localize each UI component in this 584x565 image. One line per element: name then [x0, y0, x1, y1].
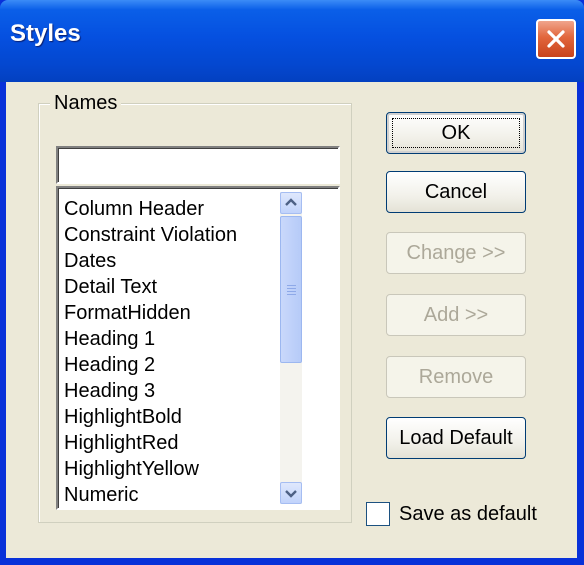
list-item[interactable]: Constraint Violation [64, 222, 237, 248]
grip-line [287, 288, 296, 289]
remove-button[interactable]: Remove [386, 356, 526, 398]
load-default-button[interactable]: Load Default [386, 417, 526, 459]
list-item[interactable]: Detail Text [64, 274, 157, 300]
list-item[interactable]: FormatHidden [64, 300, 191, 326]
ok-button[interactable]: OK [386, 112, 526, 154]
style-name-input[interactable] [56, 146, 340, 184]
list-item[interactable]: Heading 2 [64, 352, 155, 378]
cancel-button-label: Cancel [424, 181, 488, 203]
title-bar[interactable]: Styles [0, 0, 584, 82]
dialog-body: Names Column Header Constraint Violation… [6, 82, 577, 558]
save-as-default-label[interactable]: Save as default [399, 502, 537, 526]
chevron-up-icon [285, 198, 297, 206]
save-as-default-checkbox[interactable] [366, 502, 390, 526]
styles-listbox[interactable]: Column Header Constraint Violation Dates… [56, 186, 340, 510]
focus-ring [392, 118, 520, 148]
listbox-scrollbar[interactable] [280, 192, 302, 504]
list-item[interactable]: Column Header [64, 196, 204, 222]
grip-line [287, 285, 296, 286]
scroll-thumb[interactable] [280, 216, 302, 363]
names-group-label: Names [50, 92, 122, 115]
scroll-down-button[interactable] [280, 482, 302, 504]
grip-line [287, 291, 296, 292]
scroll-up-button[interactable] [280, 192, 302, 214]
list-item[interactable]: HighlightRed [64, 430, 179, 456]
close-button[interactable] [536, 19, 576, 59]
list-item[interactable]: Numeric [64, 482, 138, 508]
styles-dialog: Styles Names Column Header Constraint Vi… [0, 0, 584, 565]
list-item[interactable]: HighlightBold [64, 404, 182, 430]
list-item[interactable]: HighlightYellow [64, 456, 199, 482]
list-item[interactable]: Heading 1 [64, 326, 155, 352]
chevron-down-icon [285, 490, 297, 498]
remove-button-label: Remove [418, 366, 494, 388]
add-button-label: Add >> [423, 304, 489, 326]
list-item[interactable]: Heading 3 [64, 378, 155, 404]
list-item[interactable]: Dates [64, 248, 116, 274]
window-title: Styles [10, 20, 81, 47]
close-icon [547, 30, 565, 48]
load-default-button-label: Load Default [399, 427, 513, 449]
change-button[interactable]: Change >> [386, 232, 526, 274]
change-button-label: Change >> [406, 242, 506, 264]
add-button[interactable]: Add >> [386, 294, 526, 336]
grip-line [287, 294, 296, 295]
cancel-button[interactable]: Cancel [386, 171, 526, 213]
